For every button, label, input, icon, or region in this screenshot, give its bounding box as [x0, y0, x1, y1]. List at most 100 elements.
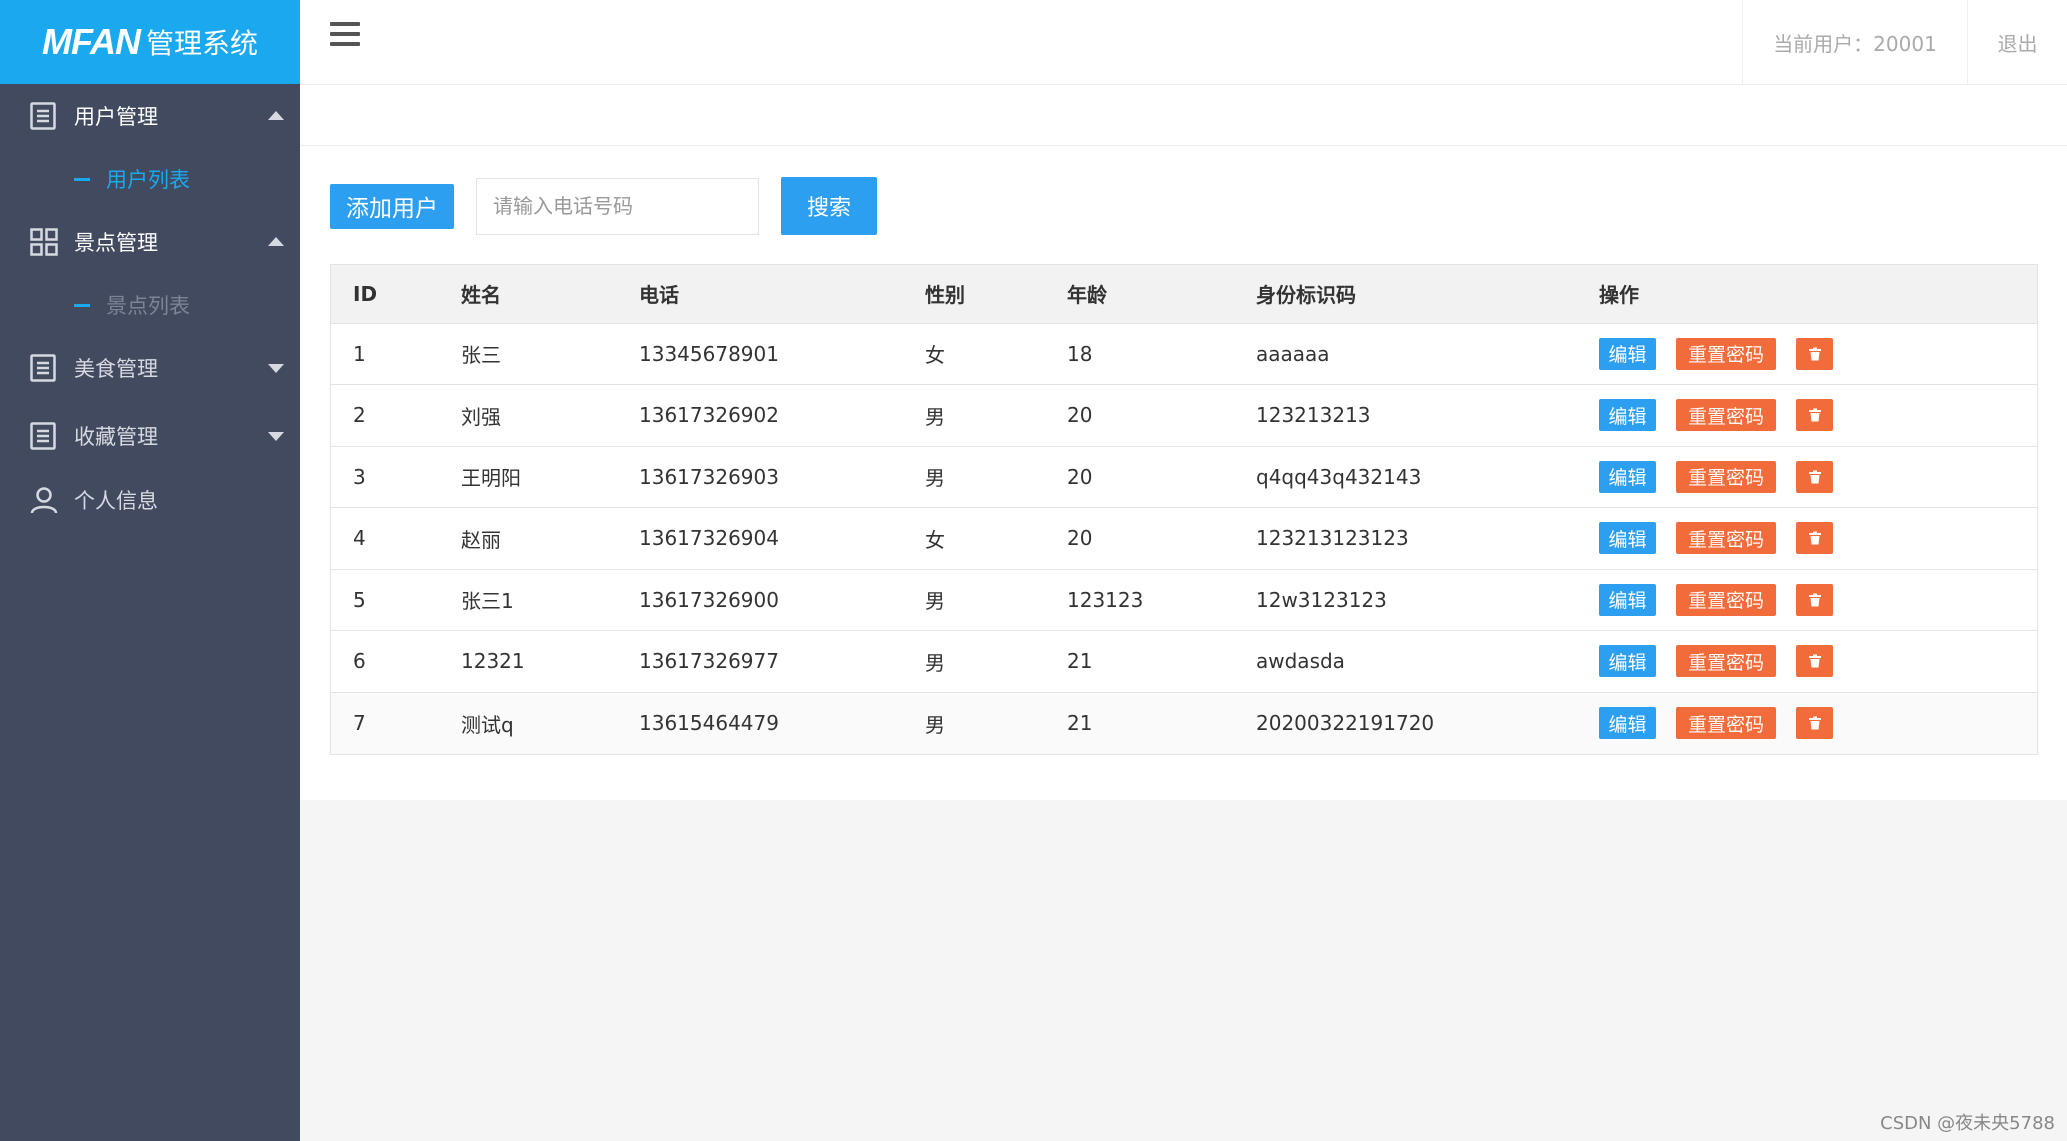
cell-actions: 编辑 重置密码: [1577, 569, 2037, 631]
reset-password-button[interactable]: 重置密码: [1676, 522, 1776, 555]
table-row: 1 张三 13345678901 女 18 aaaaaa 编辑 重置密码: [331, 323, 2037, 385]
trash-icon: [1808, 470, 1821, 484]
trash-icon: [1808, 593, 1821, 607]
cell-id: 7: [331, 692, 439, 754]
menu-toggle-icon[interactable]: [330, 22, 360, 52]
caret-up-icon: [268, 237, 284, 246]
cell-phone: 13615464479: [617, 692, 903, 754]
cell-gender: 男: [903, 692, 1045, 754]
cell-name: 赵丽: [439, 507, 617, 570]
sidebar-item-label: 美食管理: [74, 357, 158, 381]
cell-name: 刘强: [439, 384, 617, 447]
cell-identity-code: aaaaaa: [1234, 323, 1577, 385]
table-row: 4 赵丽 13617326904 女 20 123213123123 编辑 重置密码: [331, 507, 2037, 570]
cell-name: 张三: [439, 323, 617, 385]
table-header-row: ID 姓名 电话 性别 年龄 身份标识码 操作: [331, 265, 2037, 324]
trash-icon: [1808, 531, 1821, 545]
sidebar-item-label: 用户管理: [74, 105, 158, 129]
cell-identity-code: 123213213: [1234, 384, 1577, 447]
edit-button[interactable]: 编辑: [1599, 399, 1656, 432]
reset-password-button[interactable]: 重置密码: [1676, 399, 1776, 432]
toolbar: 添加用户 搜索: [330, 177, 877, 235]
table-row: 7 测试q 13615464479 男 21 20200322191720 编辑 重置密码: [331, 692, 2037, 754]
add-user-button[interactable]: 添加用户: [330, 183, 454, 229]
cell-phone: 13345678901: [617, 323, 903, 385]
cell-identity-code: 12w3123123: [1234, 569, 1577, 631]
cell-gender: 女: [903, 323, 1045, 385]
reset-password-button[interactable]: 重置密码: [1676, 645, 1776, 678]
logout-button[interactable]: 退出: [1967, 0, 2067, 84]
edit-button[interactable]: 编辑: [1599, 522, 1656, 555]
sidebar-item-favorites-management[interactable]: 收藏管理: [0, 404, 300, 468]
column-header-actions: 操作: [1577, 265, 2037, 324]
delete-button[interactable]: [1796, 707, 1833, 739]
cell-actions: 编辑 重置密码: [1577, 692, 2037, 754]
sidebar-item-attraction-management[interactable]: 景点管理: [0, 210, 300, 274]
delete-button[interactable]: [1796, 399, 1833, 432]
trash-icon: [1808, 408, 1821, 422]
delete-button[interactable]: [1796, 522, 1833, 555]
column-header-name: 姓名: [439, 265, 617, 324]
cell-name: 王明阳: [439, 446, 617, 508]
trash-icon: [1808, 347, 1821, 361]
column-header-id: ID: [331, 265, 439, 324]
cell-gender: 男: [903, 630, 1045, 693]
dash-icon: [74, 177, 90, 181]
delete-button[interactable]: [1796, 460, 1833, 493]
cell-identity-code: 123213123123: [1234, 507, 1577, 570]
table-row: 2 刘强 13617326902 男 20 123213213 编辑 重置密码: [331, 384, 2037, 447]
reset-password-button[interactable]: 重置密码: [1676, 583, 1776, 616]
cell-name: 测试q: [439, 692, 617, 754]
reset-password-button[interactable]: 重置密码: [1676, 707, 1776, 739]
sidebar-item-profile[interactable]: 个人信息: [0, 468, 300, 532]
cell-gender: 男: [903, 569, 1045, 631]
cell-phone: 13617326900: [617, 569, 903, 631]
user-icon: [30, 486, 58, 514]
search-button[interactable]: 搜索: [781, 177, 877, 235]
phone-search-input[interactable]: [476, 177, 759, 235]
cell-age: 21: [1045, 692, 1234, 754]
cell-id: 5: [331, 569, 439, 631]
cell-age: 20: [1045, 384, 1234, 447]
cell-phone: 13617326902: [617, 384, 903, 447]
edit-button[interactable]: 编辑: [1599, 583, 1656, 616]
sidebar-item-user-management[interactable]: 用户管理: [0, 84, 300, 148]
sidebar-subitem-label: 用户列表: [106, 168, 190, 192]
watermark: CSDN @夜未央5788: [1880, 1113, 2055, 1134]
cell-phone: 13617326903: [617, 446, 903, 508]
cell-age: 20: [1045, 507, 1234, 570]
reset-password-button[interactable]: 重置密码: [1676, 337, 1776, 370]
cell-phone: 13617326977: [617, 630, 903, 693]
edit-button[interactable]: 编辑: [1599, 707, 1656, 739]
cell-age: 20: [1045, 446, 1234, 508]
app-logo: MFAN 管理系统: [0, 0, 300, 84]
cell-identity-code: awdasda: [1234, 630, 1577, 693]
delete-button[interactable]: [1796, 583, 1833, 616]
trash-icon: [1808, 654, 1821, 668]
cell-id: 3: [331, 446, 439, 508]
cell-actions: 编辑 重置密码: [1577, 323, 2037, 385]
sidebar-item-food-management[interactable]: 美食管理: [0, 336, 300, 400]
edit-button[interactable]: 编辑: [1599, 337, 1656, 370]
table-row: 6 12321 13617326977 男 21 awdasda 编辑 重置密码: [331, 630, 2037, 693]
grid-icon: [30, 228, 58, 256]
brand-name: MFAN: [41, 21, 141, 62]
cell-identity-code: q4qq43q432143: [1234, 446, 1577, 508]
current-user-label: 当前用户：20001: [1742, 0, 1967, 84]
column-header-gender: 性别: [903, 265, 1045, 324]
sidebar-item-label: 个人信息: [74, 489, 158, 513]
reset-password-button[interactable]: 重置密码: [1676, 460, 1776, 493]
top-header: 当前用户：20001 退出: [300, 0, 2067, 85]
column-header-phone: 电话: [617, 265, 903, 324]
sidebar-subitem-attraction-list[interactable]: 景点列表: [0, 274, 300, 336]
edit-button[interactable]: 编辑: [1599, 460, 1656, 493]
delete-button[interactable]: [1796, 337, 1833, 370]
edit-button[interactable]: 编辑: [1599, 645, 1656, 678]
cell-gender: 男: [903, 384, 1045, 447]
sidebar-subitem-user-list[interactable]: 用户列表: [0, 148, 300, 210]
delete-button[interactable]: [1796, 645, 1833, 678]
caret-down-icon: [268, 432, 284, 441]
cell-gender: 男: [903, 446, 1045, 508]
cell-identity-code: 20200322191720: [1234, 692, 1577, 754]
trash-icon: [1808, 716, 1821, 730]
